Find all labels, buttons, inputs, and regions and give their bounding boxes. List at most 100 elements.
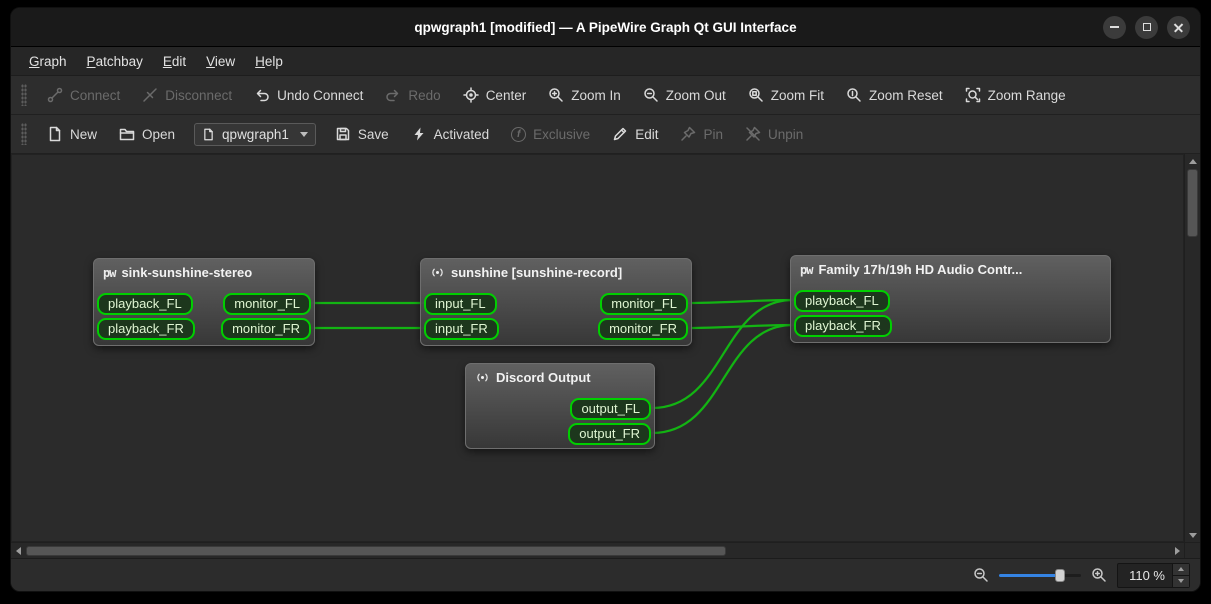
- stream-icon: [475, 370, 490, 385]
- zoom-in-icon: [548, 87, 564, 103]
- titlebar[interactable]: qpwgraph1 [modified] — A PipeWire Graph …: [11, 8, 1200, 47]
- port-output[interactable]: monitor_FR: [221, 318, 311, 340]
- zoom-slider[interactable]: [999, 567, 1081, 583]
- port-input[interactable]: playback_FR: [97, 318, 195, 340]
- port-input[interactable]: playback_FL: [97, 293, 193, 315]
- zoom-reset-button[interactable]: Zoom Reset: [837, 82, 952, 108]
- minimize-icon: [1110, 26, 1119, 28]
- minimize-button[interactable]: [1103, 16, 1126, 39]
- window-title: qpwgraph1 [modified] — A PipeWire Graph …: [11, 8, 1200, 46]
- activated-bolt-icon: [411, 126, 427, 142]
- unpin-icon: [745, 126, 761, 142]
- scroll-up-button[interactable]: [1185, 154, 1201, 168]
- zoom-in-button[interactable]: Zoom In: [539, 82, 630, 108]
- arrow-down-icon: [1178, 579, 1184, 583]
- arrow-down-icon: [1189, 533, 1197, 538]
- open-folder-icon: [119, 126, 135, 142]
- node-header[interactable]: pw Family 17h/19h HD Audio Contr...: [791, 256, 1110, 281]
- save-icon: [335, 126, 351, 142]
- scroll-left-button[interactable]: [11, 544, 25, 558]
- zoom-reset-icon: [846, 87, 862, 103]
- graph-node[interactable]: sunshine [sunshine-record] input_FL inpu…: [420, 258, 692, 346]
- pin-icon: [680, 126, 696, 142]
- zoom-out-button[interactable]: Zoom Out: [634, 82, 735, 108]
- toolbar-grip[interactable]: [21, 84, 27, 106]
- center-button[interactable]: Center: [454, 82, 536, 108]
- port-output[interactable]: output_FL: [570, 398, 651, 420]
- spin-down-button[interactable]: [1173, 575, 1189, 587]
- new-button[interactable]: New: [38, 121, 106, 147]
- pin-button[interactable]: Pin: [671, 121, 732, 147]
- patchbay-selector[interactable]: qpwgraph1: [194, 123, 316, 146]
- arrow-up-icon: [1178, 567, 1184, 571]
- node-header[interactable]: Discord Output: [466, 364, 654, 389]
- menu-patchbay[interactable]: Patchbay: [77, 50, 153, 73]
- scroll-down-button[interactable]: [1185, 528, 1201, 542]
- vertical-scroll-handle[interactable]: [1187, 169, 1198, 237]
- slider-handle[interactable]: [1055, 569, 1065, 582]
- new-file-icon: [47, 126, 63, 142]
- undo-connect-button[interactable]: Undo Connect: [245, 82, 372, 108]
- port-output[interactable]: output_FR: [568, 423, 651, 445]
- port-input[interactable]: input_FL: [424, 293, 497, 315]
- edit-button[interactable]: Edit: [603, 121, 667, 147]
- zoom-fit-button[interactable]: Zoom Fit: [739, 82, 833, 108]
- disconnect-icon: [142, 87, 158, 103]
- arrow-left-icon: [16, 547, 21, 555]
- menu-view[interactable]: View: [196, 50, 245, 73]
- port-input[interactable]: playback_FR: [794, 315, 892, 337]
- connections-layer: [11, 154, 1184, 542]
- redo-button[interactable]: Redo: [376, 82, 449, 108]
- maximize-icon: [1143, 23, 1151, 31]
- graph-node[interactable]: pw Family 17h/19h HD Audio Contr... play…: [790, 255, 1111, 343]
- port-output[interactable]: monitor_FL: [223, 293, 311, 315]
- port-output[interactable]: monitor_FL: [600, 293, 688, 315]
- port-input[interactable]: playback_FL: [794, 290, 890, 312]
- save-button[interactable]: Save: [326, 121, 398, 147]
- menu-help[interactable]: Help: [245, 50, 293, 73]
- connect-button[interactable]: Connect: [38, 82, 129, 108]
- spin-up-button[interactable]: [1173, 564, 1189, 575]
- maximize-button[interactable]: [1135, 16, 1158, 39]
- node-title: Discord Output: [496, 370, 591, 385]
- zoom-range-button[interactable]: Zoom Range: [956, 82, 1075, 108]
- graph-node[interactable]: Discord Output output_FL output_FR: [465, 363, 655, 449]
- close-button[interactable]: [1167, 16, 1190, 39]
- horizontal-scrollbar[interactable]: [11, 542, 1184, 558]
- redo-icon: [385, 87, 401, 103]
- zoom-value[interactable]: 110 %: [1118, 564, 1172, 587]
- app-window: qpwgraph1 [modified] — A PipeWire Graph …: [10, 7, 1201, 592]
- toolbar-file: New Open qpwgraph1 Save Activated f: [11, 115, 1200, 154]
- graph-node[interactable]: pw sink-sunshine-stereo playback_FL play…: [93, 258, 315, 346]
- open-button[interactable]: Open: [110, 121, 184, 147]
- exclusive-icon: f: [511, 127, 526, 142]
- toolbar-main: Connect Disconnect Undo Connect Redo Cen…: [11, 76, 1200, 115]
- close-icon: [1173, 22, 1184, 33]
- zoom-spinbox[interactable]: 110 %: [1117, 563, 1190, 588]
- slider-fill: [999, 574, 1060, 577]
- graph-canvas[interactable]: pw sink-sunshine-stereo playback_FL play…: [11, 154, 1184, 542]
- zoom-fit-icon: [748, 87, 764, 103]
- activated-button[interactable]: Activated: [402, 121, 499, 147]
- node-title: sink-sunshine-stereo: [121, 265, 252, 280]
- zoom-in-icon: [1091, 567, 1107, 583]
- toolbar-grip[interactable]: [21, 123, 27, 145]
- horizontal-scroll-handle[interactable]: [26, 546, 726, 556]
- unpin-button[interactable]: Unpin: [736, 121, 812, 147]
- node-title: Family 17h/19h HD Audio Contr...: [818, 262, 1022, 277]
- exclusive-button[interactable]: f Exclusive: [502, 122, 599, 147]
- undo-icon: [254, 87, 270, 103]
- node-header[interactable]: pw sink-sunshine-stereo: [94, 259, 314, 284]
- connect-icon: [47, 87, 63, 103]
- menu-edit[interactable]: Edit: [153, 50, 196, 73]
- node-header[interactable]: sunshine [sunshine-record]: [421, 259, 691, 284]
- stream-icon: [430, 265, 445, 280]
- port-output[interactable]: monitor_FR: [598, 318, 688, 340]
- scroll-right-button[interactable]: [1170, 544, 1184, 558]
- disconnect-button[interactable]: Disconnect: [133, 82, 241, 108]
- port-input[interactable]: input_FR: [424, 318, 499, 340]
- menu-graph[interactable]: Graph: [19, 50, 77, 73]
- window-controls: [1103, 8, 1190, 46]
- arrow-up-icon: [1189, 159, 1197, 164]
- vertical-scrollbar[interactable]: [1184, 154, 1200, 542]
